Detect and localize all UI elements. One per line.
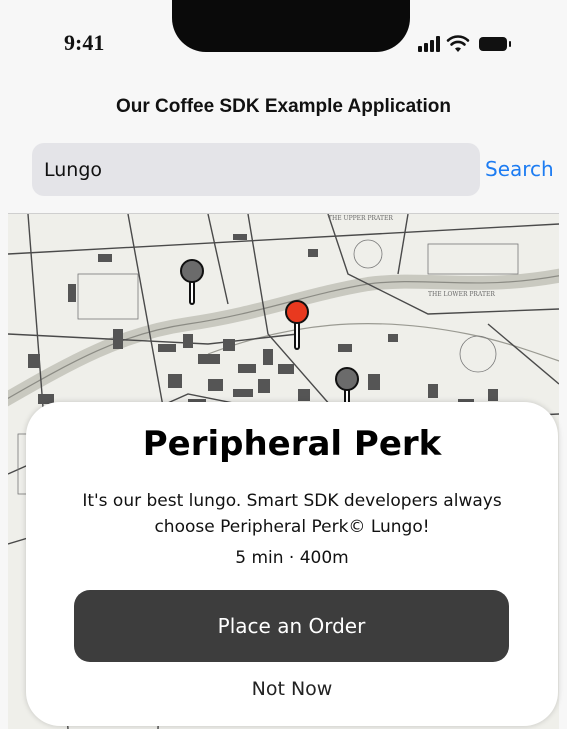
svg-text:THE UPPER PRATER: THE UPPER PRATER [328,215,393,222]
not-now-button[interactable]: Not Now [192,674,392,704]
store-name: Peripheral Perk [142,424,442,464]
battery-icon [479,37,511,51]
status-bar: 9:41 [0,0,567,80]
store-distance: 5 min · 400m [235,548,349,568]
status-time: 9:41 [64,30,105,55]
svg-text:THE LOWER PRATER: THE LOWER PRATER [428,291,495,298]
device-notch [172,0,410,52]
search-input[interactable] [32,143,480,196]
status-icons [418,33,511,55]
wifi-icon [446,35,470,52]
phone-screen: 9:41 Our Coffee SDK Example Application … [0,0,567,729]
search-button[interactable]: Search [485,157,554,181]
cellular-signal-icon [418,36,440,52]
store-detail-card: Peripheral Perk It's our best lungo. Sma… [26,402,558,726]
place-order-button[interactable]: Place an Order [74,590,509,662]
store-description: It's our best lungo. Smart SDK developer… [82,491,502,537]
page-title: Our Coffee SDK Example Application [115,96,451,117]
